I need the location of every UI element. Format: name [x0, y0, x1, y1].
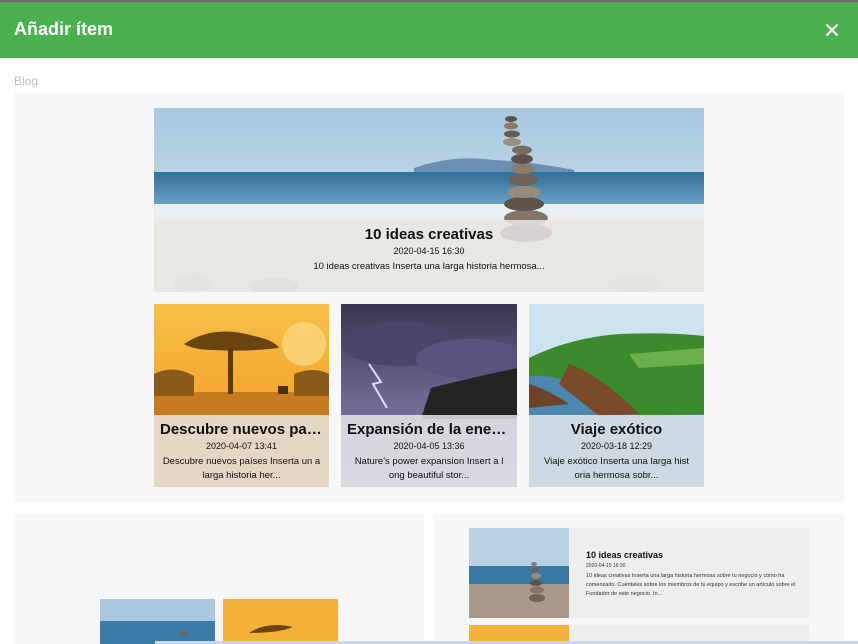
close-icon [826, 24, 838, 36]
list-item-title: 10 ideas creativas [586, 550, 664, 560]
post-card: Expansión de la energí... 2020-04-05 13:… [341, 304, 517, 487]
post-card-date: 2020-04-07 13:41 [205, 441, 278, 451]
list-item-date: 2020-04-15 16:30 [586, 563, 626, 569]
post-card-title: Viaje exótico [570, 421, 663, 438]
list-item-thumbnail [469, 528, 569, 618]
close-button[interactable] [820, 18, 844, 42]
post-card-caption: Expansión de la energí... 2020-04-05 13:… [341, 415, 517, 487]
thumbnail-stones [100, 599, 215, 644]
featured-post-title: 10 ideas creativas [364, 226, 494, 243]
post-card: Viaje exótico 2020-03-18 12:29 Viaje exó… [529, 304, 704, 487]
post-card-date: 2020-03-18 12:29 [580, 441, 653, 451]
post-card-caption: Viaje exótico 2020-03-18 12:29 Viaje exó… [529, 415, 704, 487]
post-card-excerpt: Nature's power expansion Insert a l ong … [354, 456, 504, 481]
list-item-image [469, 528, 569, 618]
list-item: 10 ideas creativas 2020-04-15 16:30 10 i… [469, 528, 809, 618]
post-card-excerpt: Descubre nuevos países Inserta un a larg… [162, 456, 321, 481]
layout-option-grid[interactable]: 10 ideas creativas 2020-04-15 16:30 10 i… [14, 93, 844, 502]
post-card-title: Expansión de la energí... [347, 421, 517, 438]
section-label: Blog [14, 74, 39, 88]
dialog-title: Añadir ítem [14, 19, 114, 39]
post-card-caption: Descubre nuevos países 2020-04-07 13:41 … [154, 415, 329, 487]
post-card-excerpt: Viaje exótico Inserta una larga hist ori… [543, 456, 690, 481]
layout-option-list[interactable]: 10 ideas creativas 2020-04-15 16:30 10 i… [434, 514, 844, 644]
post-card: Descubre nuevos países 2020-04-07 13:41 … [154, 304, 329, 487]
post-card-date: 2020-04-05 13:36 [393, 441, 465, 451]
thumbnail-savanna [223, 599, 338, 644]
featured-post-excerpt: 10 ideas creativas Inserta una larga his… [313, 261, 545, 272]
featured-post-date: 2020-04-15 16:30 [393, 246, 465, 256]
list-item-excerpt: 10 ideas creativas Inserta una larga his… [586, 573, 796, 597]
featured-post-card: 10 ideas creativas 2020-04-15 16:30 10 i… [154, 108, 704, 292]
featured-post-caption: 10 ideas creativas 2020-04-15 16:30 10 i… [154, 220, 704, 292]
post-card-title: Descubre nuevos países [160, 421, 329, 438]
dialog-header: Añadir ítem [0, 2, 858, 58]
layout-option-thumbnails[interactable] [14, 514, 424, 644]
